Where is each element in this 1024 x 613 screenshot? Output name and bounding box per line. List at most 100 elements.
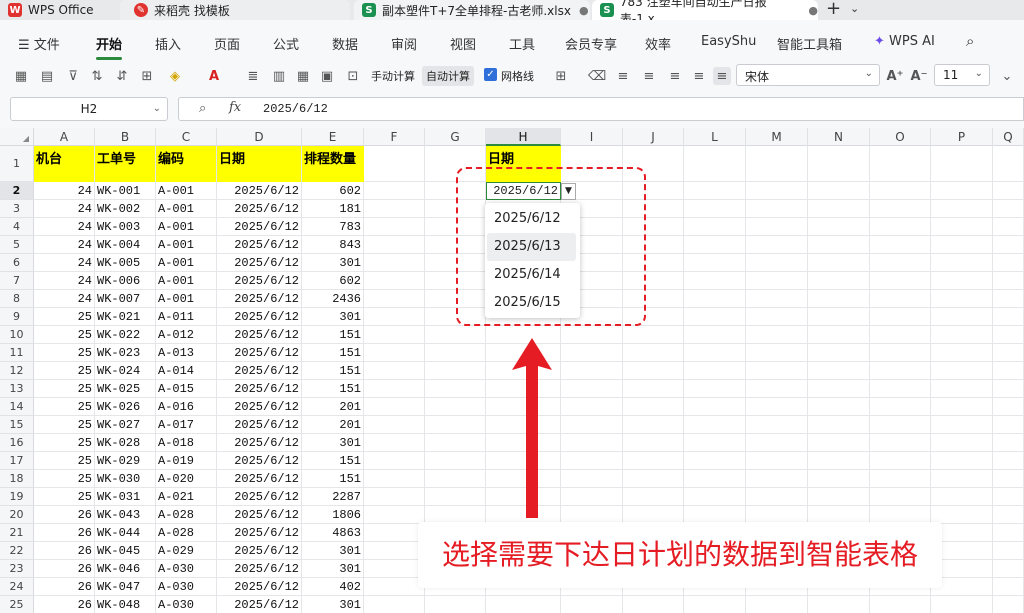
column-header-e[interactable]: E xyxy=(302,128,364,146)
table-cell-b[interactable]: WK-044 xyxy=(97,524,157,542)
table-cell-b[interactable]: WK-026 xyxy=(97,398,157,416)
table-cell-a[interactable]: 26 xyxy=(34,578,92,596)
column-header-d[interactable]: D xyxy=(217,128,302,146)
table-cell-c[interactable]: A-028 xyxy=(158,506,218,524)
table-cell-a[interactable]: 25 xyxy=(34,326,92,344)
search-icon[interactable]: ⌕ xyxy=(966,32,974,50)
table-cell-e[interactable]: 151 xyxy=(302,452,361,470)
gridlines-toggle-label[interactable]: 网格线 xyxy=(501,68,534,84)
table-cell-b[interactable]: WK-006 xyxy=(97,272,157,290)
font-family-select[interactable]: 宋体 ⌄ xyxy=(736,64,880,86)
table-cell-b[interactable]: WK-002 xyxy=(97,200,157,218)
table-cell-b[interactable]: WK-021 xyxy=(97,308,157,326)
tab-list-chevron-icon[interactable]: ⌄ xyxy=(850,2,859,15)
column-header-m[interactable]: M xyxy=(746,128,808,146)
table-cell-e[interactable]: 151 xyxy=(302,326,361,344)
table-cell-b[interactable]: WK-022 xyxy=(97,326,157,344)
table-cell-c[interactable]: A-001 xyxy=(158,200,218,218)
menu-file[interactable]: ☰ 文件 xyxy=(18,34,60,53)
table-cell-b[interactable]: WK-031 xyxy=(97,488,157,506)
table-cell-c[interactable]: A-001 xyxy=(158,254,218,272)
format-painter-icon[interactable]: ▦ xyxy=(12,67,30,85)
table-cell-a[interactable]: 26 xyxy=(34,560,92,578)
table-cell-c[interactable]: A-018 xyxy=(158,434,218,452)
row-header[interactable]: 16 xyxy=(0,434,34,452)
table-cell-a[interactable]: 25 xyxy=(34,488,92,506)
row-header[interactable]: 13 xyxy=(0,380,34,398)
menu-home[interactable]: 开始 xyxy=(96,34,122,53)
table-cell-e[interactable]: 151 xyxy=(302,470,361,488)
table-cell-c[interactable]: A-019 xyxy=(158,452,218,470)
sort-desc-icon[interactable]: ⇵ xyxy=(113,67,131,85)
table-cell-b[interactable]: WK-043 xyxy=(97,506,157,524)
name-box[interactable]: H2 ⌄ xyxy=(10,97,168,121)
formula-input[interactable]: ⌕ fx 2025/6/12 xyxy=(178,97,1024,121)
table-cell-c[interactable]: A-015 xyxy=(158,380,218,398)
align-icon[interactable]: ≣ xyxy=(244,67,262,85)
table-cell-a[interactable]: 24 xyxy=(34,200,92,218)
select-all-corner[interactable]: ◢ xyxy=(0,128,34,146)
menu-easyshu[interactable]: EasyShu xyxy=(701,34,756,49)
header-cell-qty[interactable]: 排程数量 xyxy=(302,146,364,182)
sort-asc-icon[interactable]: ⇅ xyxy=(88,67,106,85)
table-cell-d[interactable]: 2025/6/12 xyxy=(217,470,299,488)
table-cell-a[interactable]: 25 xyxy=(34,470,92,488)
row-header[interactable]: 10 xyxy=(0,326,34,344)
header-cell-order-no[interactable]: 工单号 xyxy=(95,146,155,182)
tab-daily-report-file[interactable]: S 783 注塑车间自动生产日报表-1.x ● xyxy=(592,0,818,26)
row-header[interactable]: 9 xyxy=(0,308,34,326)
font-color-icon[interactable]: A xyxy=(205,67,223,85)
row-header[interactable]: 20 xyxy=(0,506,34,524)
table-cell-b[interactable]: WK-007 xyxy=(97,290,157,308)
table-cell-c[interactable]: A-020 xyxy=(158,470,218,488)
paste-icon[interactable]: ▤ xyxy=(38,67,56,85)
align-left-icon[interactable]: ≡ xyxy=(640,67,658,85)
table-cell-a[interactable]: 25 xyxy=(34,344,92,362)
table-cell-e[interactable]: 783 xyxy=(302,218,361,236)
table-cell-d[interactable]: 2025/6/12 xyxy=(217,182,299,200)
zoom-search-icon[interactable]: ⌕ xyxy=(199,101,206,116)
table-cell-a[interactable]: 24 xyxy=(34,236,92,254)
row-header[interactable]: 23 xyxy=(0,560,34,578)
table-cell-d[interactable]: 2025/6/12 xyxy=(217,578,299,596)
table-cell-e[interactable]: 301 xyxy=(302,542,361,560)
table-cell-c[interactable]: A-012 xyxy=(158,326,218,344)
align-top-icon[interactable]: ≡ xyxy=(614,67,632,85)
new-tab-plus-icon[interactable]: + xyxy=(826,0,841,19)
table-cell-d[interactable]: 2025/6/12 xyxy=(217,416,299,434)
manual-calc-button[interactable]: 手动计算 xyxy=(371,68,415,84)
tab-close-dot-icon[interactable]: ● xyxy=(808,4,818,17)
row-header[interactable]: 11 xyxy=(0,344,34,362)
table-cell-c[interactable]: A-001 xyxy=(158,236,218,254)
table-cell-c[interactable]: A-014 xyxy=(158,362,218,380)
gridlines-checkbox[interactable]: ✓ xyxy=(484,68,497,81)
tab-wps-office[interactable]: W WPS Office xyxy=(8,0,114,20)
table-cell-e[interactable]: 301 xyxy=(302,308,361,326)
table-cell-e[interactable]: 151 xyxy=(302,344,361,362)
table-cell-d[interactable]: 2025/6/12 xyxy=(217,308,299,326)
table-cell-a[interactable]: 24 xyxy=(34,182,92,200)
table-cell-d[interactable]: 2025/6/12 xyxy=(217,272,299,290)
align-right-icon[interactable]: ≡ xyxy=(690,67,708,85)
table-cell-a[interactable]: 26 xyxy=(34,596,92,613)
table-cell-b[interactable]: WK-023 xyxy=(97,344,157,362)
table-cell-d[interactable]: 2025/6/12 xyxy=(217,596,299,613)
column-header-a[interactable]: A xyxy=(34,128,95,146)
table-cell-b[interactable]: WK-004 xyxy=(97,236,157,254)
table-cell-e[interactable]: 201 xyxy=(302,398,361,416)
font-size-chevron-icon[interactable]: ⌄ xyxy=(998,67,1016,85)
table-cell-e[interactable]: 301 xyxy=(302,434,361,452)
table-cell-d[interactable]: 2025/6/12 xyxy=(217,434,299,452)
decrease-font-icon[interactable]: A⁻ xyxy=(910,67,928,85)
tab-schedule-file[interactable]: S 副本塑件T+7全单排程-古老师.xlsx ● xyxy=(354,0,590,20)
table-cell-a[interactable]: 25 xyxy=(34,416,92,434)
table-cell-e[interactable]: 201 xyxy=(302,416,361,434)
freeze-icon[interactable]: ▥ xyxy=(270,67,288,85)
column-header-i[interactable]: I xyxy=(561,128,623,146)
column-header-f[interactable]: F xyxy=(364,128,425,146)
table-cell-e[interactable]: 602 xyxy=(302,182,361,200)
table-cell-c[interactable]: A-001 xyxy=(158,272,218,290)
table-cell-a[interactable]: 24 xyxy=(34,254,92,272)
column-header-p[interactable]: P xyxy=(931,128,993,146)
align-center-icon[interactable]: ≡ xyxy=(666,67,684,85)
